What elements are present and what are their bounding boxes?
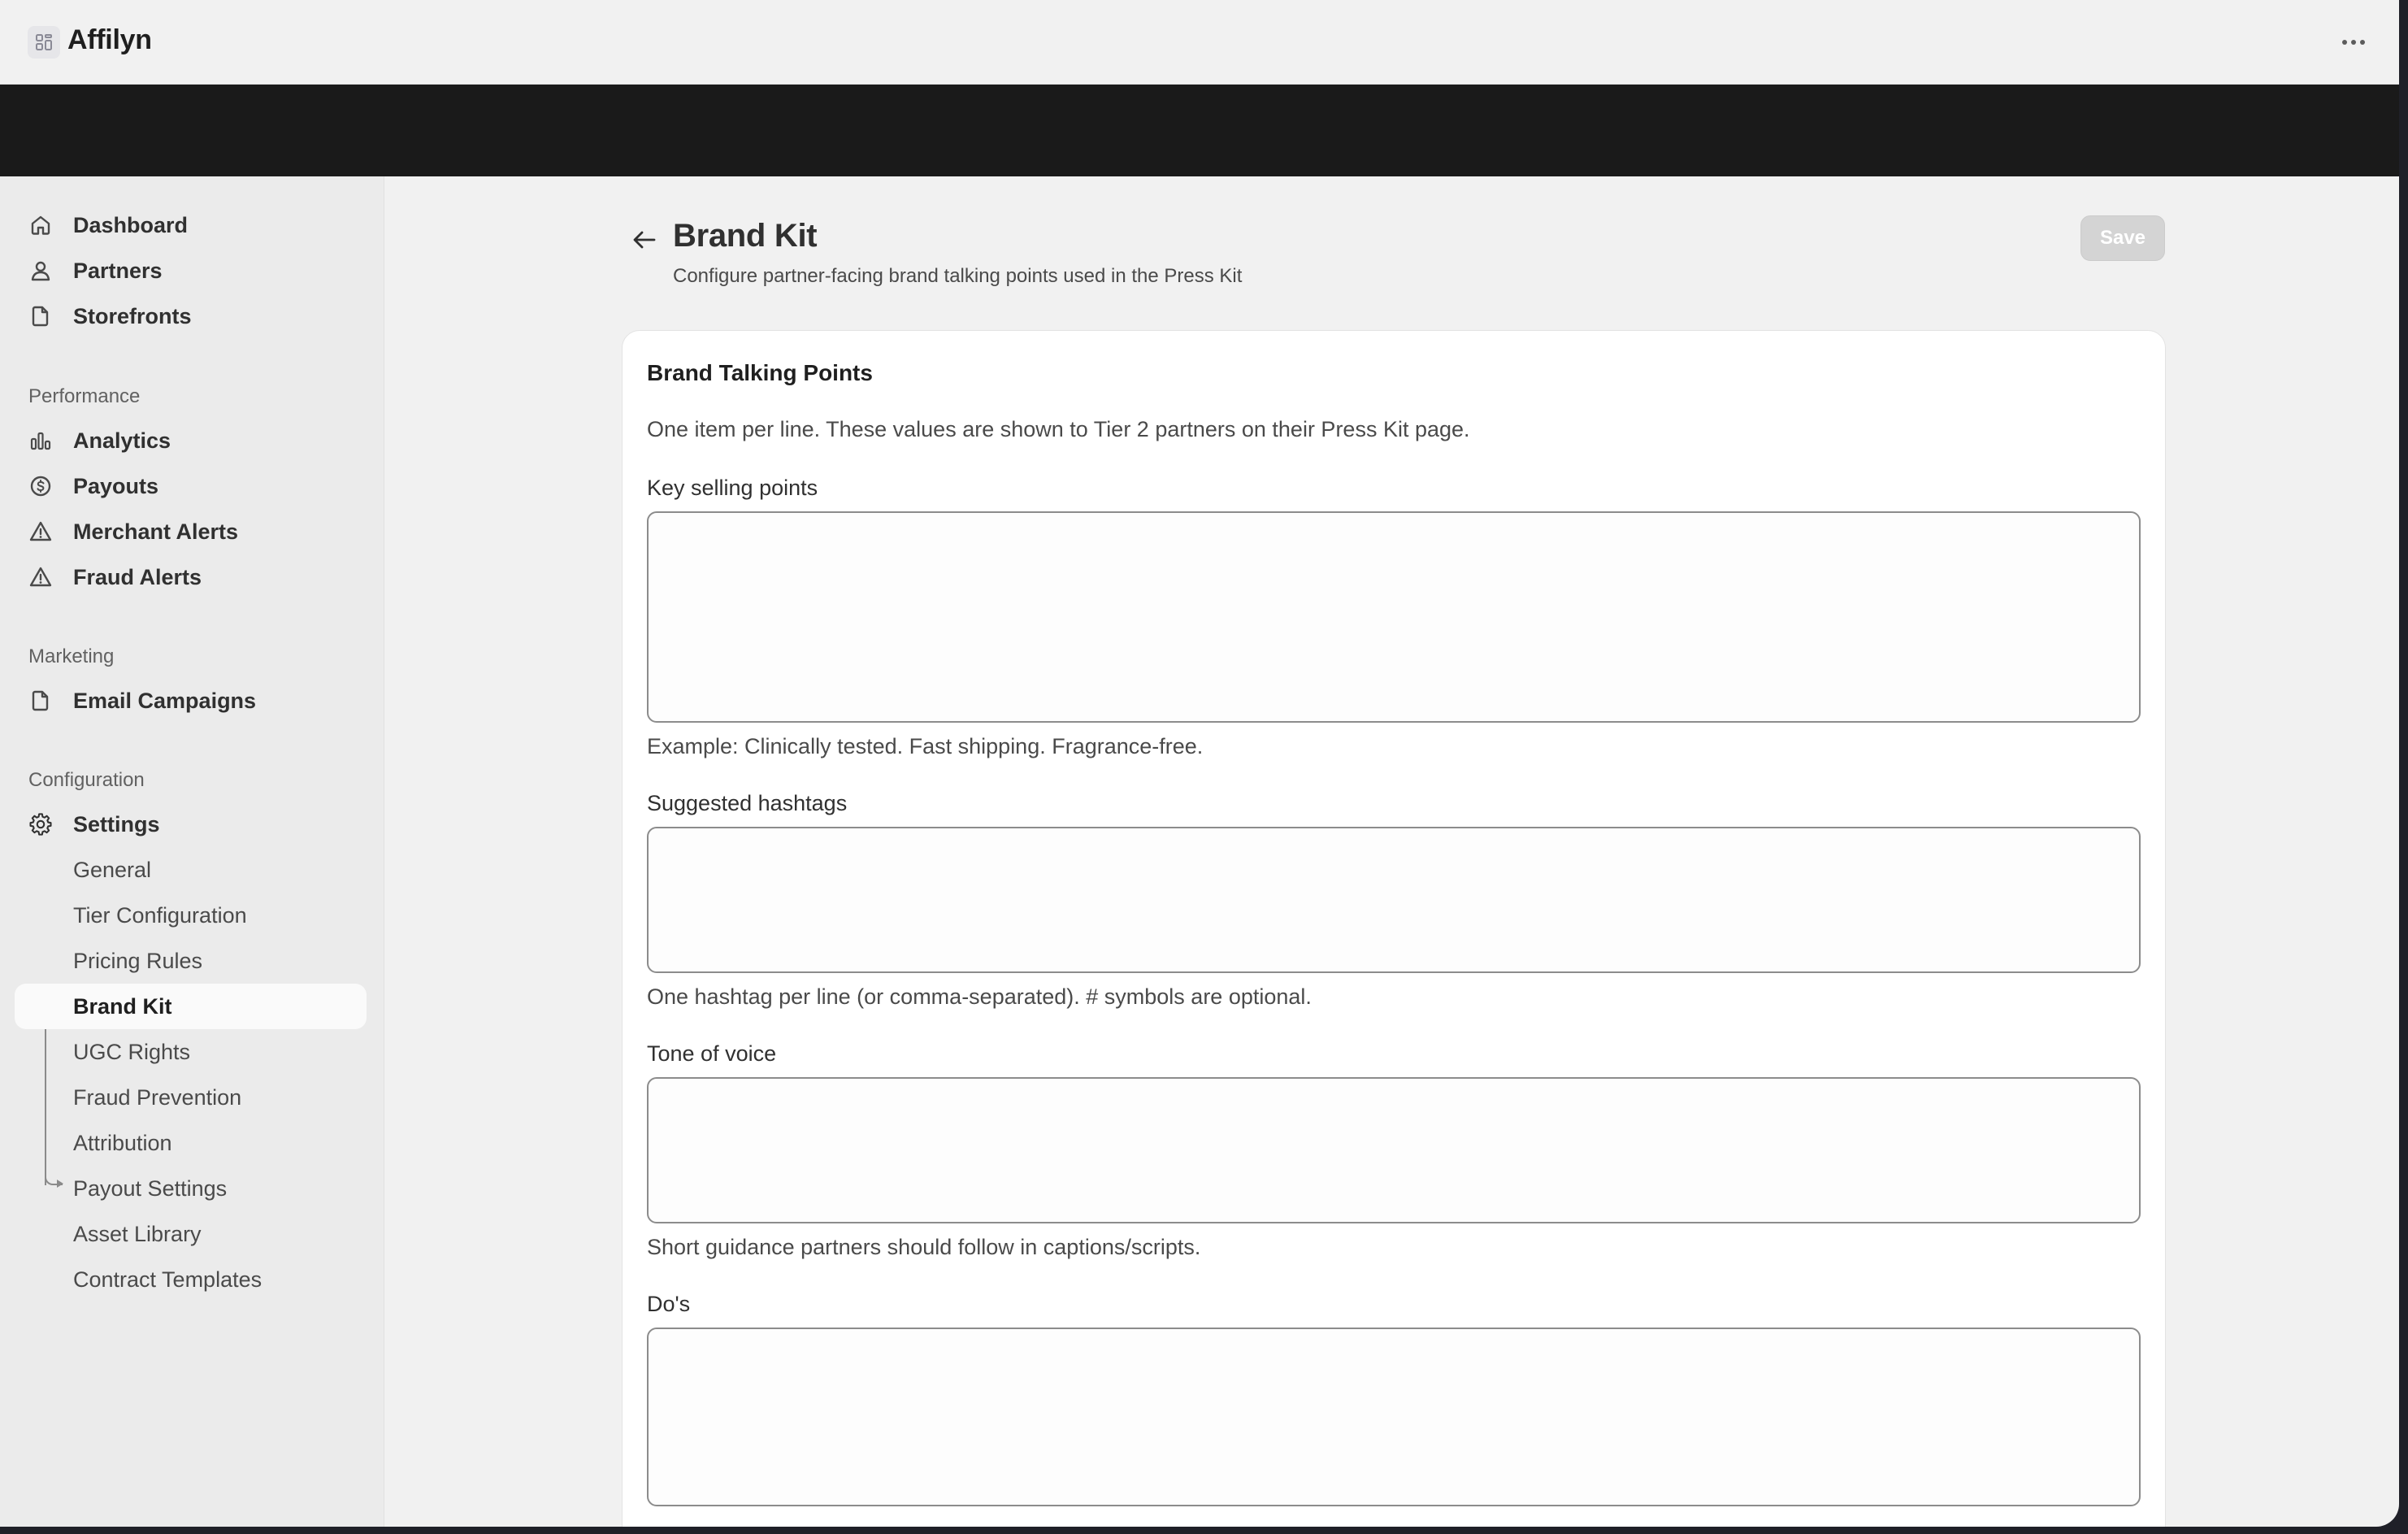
tone-of-voice-label: Tone of voice xyxy=(647,1041,777,1066)
sidebar-item-payouts[interactable]: Payouts xyxy=(15,463,367,509)
dos-field[interactable] xyxy=(647,1328,2141,1506)
brand-talking-points-card: Brand Talking Points One item per line. … xyxy=(622,330,2166,1527)
sub-item-label: Payout Settings xyxy=(73,1176,228,1201)
sidebar-item-storefronts[interactable]: Storefronts xyxy=(15,293,367,339)
settings-sub-ugc-rights[interactable]: UGC Rights xyxy=(15,1029,367,1075)
sidebar-item-partners[interactable]: Partners xyxy=(15,248,367,293)
app-window: Affilyn Dashboard Partners Storefronts P… xyxy=(0,0,2399,1527)
sidebar-item-label: Merchant Alerts xyxy=(73,519,239,544)
sidebar-item-label: Storefronts xyxy=(73,304,192,328)
sidebar-item-settings[interactable]: Settings xyxy=(15,802,367,847)
sidebar-item-label: Partners xyxy=(73,259,163,283)
sidebar-item-label: Email Campaigns xyxy=(73,689,257,713)
document-icon xyxy=(29,689,52,712)
sidebar-item-merchant-alerts[interactable]: Merchant Alerts xyxy=(15,509,367,554)
section-heading-marketing: Marketing xyxy=(28,645,115,667)
sidebar-item-label: Settings xyxy=(73,812,160,837)
sub-item-label: Attribution xyxy=(73,1131,172,1155)
settings-sub-asset-library[interactable]: Asset Library xyxy=(15,1211,367,1257)
suggested-hashtags-help: One hashtag per line (or comma-separated… xyxy=(647,984,1312,1009)
sidebar-item-analytics[interactable]: Analytics xyxy=(15,418,367,463)
bar-chart-icon xyxy=(29,429,52,452)
arrow-left-icon xyxy=(633,231,656,249)
settings-sub-fraud-prevention[interactable]: Fraud Prevention xyxy=(15,1075,367,1120)
sub-item-label: Pricing Rules xyxy=(73,949,203,973)
sub-item-label: Fraud Prevention xyxy=(73,1085,242,1110)
key-selling-points-label: Key selling points xyxy=(647,476,818,500)
key-selling-points-help: Example: Clinically tested. Fast shippin… xyxy=(647,734,1204,758)
save-button[interactable]: Save xyxy=(2080,215,2165,261)
settings-sub-pricing-rules[interactable]: Pricing Rules xyxy=(15,938,367,984)
app-grid-icon xyxy=(28,26,60,59)
sidebar-item-label: Dashboard xyxy=(73,213,189,237)
sidebar-item-email-campaigns[interactable]: Email Campaigns xyxy=(15,678,367,724)
back-button[interactable] xyxy=(626,221,663,259)
dollar-circle-icon xyxy=(29,475,52,498)
sidebar-item-label: Payouts xyxy=(73,474,159,498)
section-heading-configuration: Configuration xyxy=(28,769,145,791)
card-title: Brand Talking Points xyxy=(647,360,873,385)
sub-item-label: Asset Library xyxy=(73,1222,202,1246)
settings-sub-contract-templates[interactable]: Contract Templates xyxy=(15,1257,367,1302)
tone-of-voice-field[interactable] xyxy=(647,1077,2141,1223)
sidebar-item-dashboard[interactable]: Dashboard xyxy=(15,202,367,248)
settings-sub-brand-kit[interactable]: Brand Kit xyxy=(15,984,367,1029)
warning-triangle-icon xyxy=(29,566,52,589)
page-title: Brand Kit xyxy=(673,218,818,254)
section-heading-performance: Performance xyxy=(28,385,141,407)
settings-sub-general[interactable]: General xyxy=(15,847,367,893)
sub-item-label: Contract Templates xyxy=(73,1267,262,1292)
key-selling-points-field[interactable] xyxy=(647,511,2141,723)
tone-of-voice-help: Short guidance partners should follow in… xyxy=(647,1235,1201,1259)
warning-triangle-icon xyxy=(29,520,52,543)
app-title: Affilyn xyxy=(67,24,152,55)
sidebar-item-label: Fraud Alerts xyxy=(73,565,202,589)
page-subtitle: Configure partner-facing brand talking p… xyxy=(673,265,1243,287)
sub-item-label: Tier Configuration xyxy=(73,903,247,928)
settings-sub-attribution[interactable]: Attribution xyxy=(15,1120,367,1166)
sidebar-item-label: Analytics xyxy=(73,428,171,453)
sidebar-item-fraud-alerts[interactable]: Fraud Alerts xyxy=(15,554,367,600)
top-bar: Affilyn xyxy=(0,0,2399,85)
gear-icon xyxy=(29,813,52,836)
suggested-hashtags-field[interactable] xyxy=(647,827,2141,973)
sub-item-label: UGC Rights xyxy=(73,1040,191,1064)
sub-item-label: Brand Kit xyxy=(73,994,172,1019)
settings-sub-tier-configuration[interactable]: Tier Configuration xyxy=(15,893,367,938)
header-band xyxy=(0,85,2399,176)
suggested-hashtags-label: Suggested hashtags xyxy=(647,791,848,815)
more-options-button[interactable] xyxy=(2334,24,2373,60)
more-horizontal-icon xyxy=(2342,40,2365,45)
document-icon xyxy=(29,305,52,328)
settings-sub-payout-settings[interactable]: Payout Settings xyxy=(15,1166,367,1211)
home-icon xyxy=(29,214,52,237)
sub-item-label: General xyxy=(73,858,152,882)
sidebar: Dashboard Partners Storefronts Performan… xyxy=(0,176,384,1527)
person-icon xyxy=(29,259,52,282)
card-description: One item per line. These values are show… xyxy=(647,417,1470,441)
dos-label: Do's xyxy=(647,1292,691,1316)
